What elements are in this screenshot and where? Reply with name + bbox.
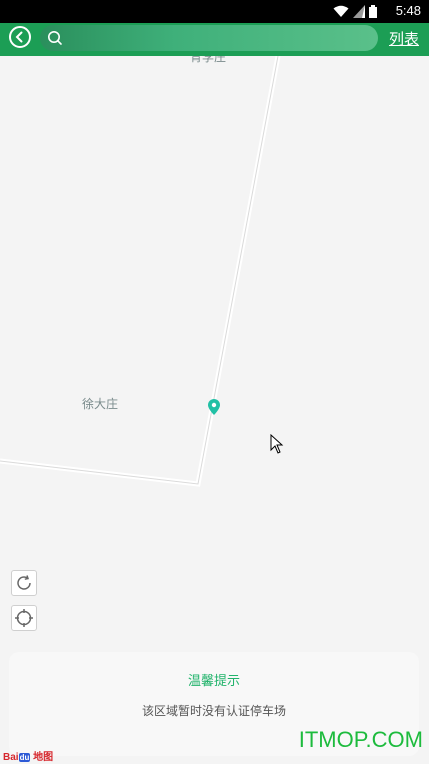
map-place-label: 青李庄 bbox=[190, 56, 227, 64]
notice-title: 温馨提示 bbox=[187, 674, 240, 689]
baidu-map-logo: Baidu 地图 bbox=[3, 752, 54, 763]
locate-button[interactable] bbox=[11, 605, 37, 631]
refresh-icon bbox=[17, 575, 31, 590]
status-bar: 5:48 bbox=[0, 0, 429, 23]
watermark: ITMOP.COM bbox=[298, 727, 423, 752]
map-place-label: 徐大庄 bbox=[82, 397, 119, 411]
locate-icon bbox=[15, 609, 33, 627]
back-button[interactable] bbox=[9, 26, 31, 48]
wifi-icon bbox=[333, 5, 349, 17]
list-button[interactable]: 列表 bbox=[389, 28, 419, 49]
battery-icon bbox=[369, 5, 377, 18]
status-time: 5:48 bbox=[395, 3, 421, 18]
top-bar: 列表 bbox=[0, 23, 429, 56]
chevron-left-icon bbox=[15, 31, 23, 43]
mouse-cursor-icon bbox=[270, 434, 284, 454]
location-marker-icon[interactable] bbox=[208, 399, 220, 415]
status-icons bbox=[333, 4, 377, 19]
search-input[interactable] bbox=[68, 28, 372, 50]
search-icon bbox=[48, 31, 62, 45]
signal-icon bbox=[353, 5, 365, 18]
refresh-button[interactable] bbox=[11, 570, 37, 596]
search-bar[interactable] bbox=[40, 25, 378, 51]
notice-message: 该区域暂时没有认证停车场 bbox=[141, 704, 286, 718]
